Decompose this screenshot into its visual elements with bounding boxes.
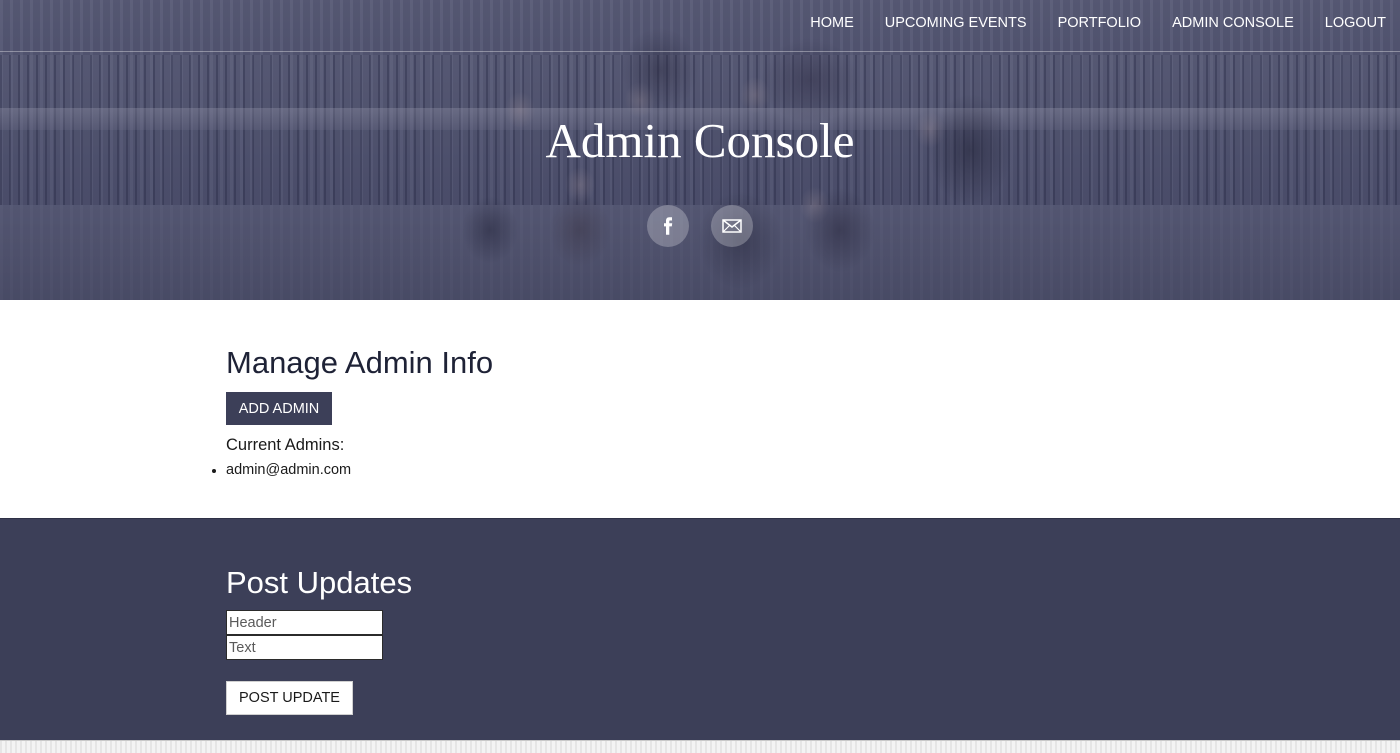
nav-links: HOME UPCOMING EVENTS PORTFOLIO ADMIN CON… bbox=[779, 15, 1386, 31]
social-links bbox=[0, 205, 1400, 247]
page-bottom-edge bbox=[0, 740, 1400, 753]
nav-logout-link[interactable]: LOGOUT bbox=[1325, 15, 1386, 31]
nav-upcoming-events-link[interactable]: UPCOMING EVENTS bbox=[885, 15, 1027, 31]
nav-admin-console-link[interactable]: ADMIN CONSOLE bbox=[1172, 15, 1294, 31]
admin-list-item: admin@admin.com bbox=[211, 462, 352, 478]
facebook-button[interactable] bbox=[647, 205, 689, 247]
nav-portfolio-link[interactable]: PORTFOLIO bbox=[1058, 15, 1142, 31]
current-admins-label: Current Admins: bbox=[226, 436, 345, 454]
manage-admin-section: Manage Admin Info ADD ADMIN Current Admi… bbox=[0, 300, 1400, 518]
hero-banner: HOME UPCOMING EVENTS PORTFOLIO ADMIN CON… bbox=[0, 0, 1400, 300]
facebook-icon bbox=[664, 217, 673, 235]
post-updates-heading: Post Updates bbox=[226, 565, 413, 600]
admin-list: admin@admin.com bbox=[211, 462, 352, 478]
email-button[interactable] bbox=[711, 205, 753, 247]
post-updates-section: Post Updates POST UPDATE bbox=[0, 518, 1400, 740]
top-nav: HOME UPCOMING EVENTS PORTFOLIO ADMIN CON… bbox=[0, 0, 1400, 52]
manage-admin-heading: Manage Admin Info bbox=[226, 345, 494, 380]
nav-home-link[interactable]: HOME bbox=[810, 15, 854, 31]
post-update-button[interactable]: POST UPDATE bbox=[226, 681, 353, 715]
update-text-input[interactable] bbox=[226, 635, 383, 660]
page-title: Admin Console bbox=[545, 113, 855, 168]
add-admin-button[interactable]: ADD ADMIN bbox=[226, 392, 332, 425]
mail-icon bbox=[722, 219, 742, 233]
update-header-input[interactable] bbox=[226, 610, 383, 635]
